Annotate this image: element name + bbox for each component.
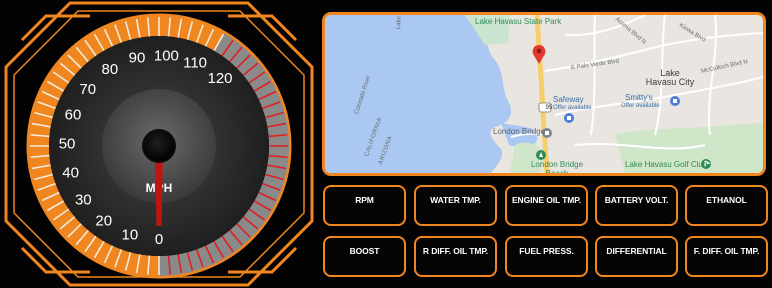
rpm-button[interactable]: RPM [323,185,406,226]
ethanol-button[interactable]: ETHANOL [685,185,768,226]
front-diff-oil-temp-button[interactable]: F. DIFF. OIL TMP. [685,236,768,277]
engine-oil-temp-button[interactable]: ENGINE OIL TMP. [505,185,588,226]
gauge-scale-label: 0 [155,231,163,248]
gauge-hub [142,129,176,163]
gauge-scale-label: 50 [59,135,76,152]
map-label-state-park: Lake Havasu State Park [475,17,562,26]
map-label-safeway: Safeway [553,95,584,104]
water-temp-button[interactable]: WATER TMP. [414,185,497,226]
gauge-scale-label: 30 [75,191,92,208]
map-label-golf-club: Lake Havasu Golf Club [625,160,708,169]
gauge-scale-label: 80 [101,61,118,78]
rear-diff-oil-temp-button[interactable]: R DIFF. OIL TMP. [414,236,497,277]
map-view[interactable]: Lake Havasu State Park Lake Havasu Lake … [322,12,766,176]
speedometer-gauge: 0102030405060708090100110120 MPH [4,1,314,287]
map-label-lake-side: Lake Havasu [395,15,405,29]
smittys-pin-icon[interactable] [670,96,680,106]
map-label-route: 95 [545,105,553,111]
map-label-london-bridge: London Bridge [493,127,546,136]
safeway-pin-icon[interactable] [564,113,574,123]
battery-volt-button[interactable]: BATTERY VOLT. [595,185,678,226]
map-label-safeway-offer: Offer available [553,105,592,111]
map-label-city: Lake Havasu City [645,68,695,87]
map-label-smittys-offer: Offer available [621,103,660,109]
gauge-scale-label: 90 [129,50,146,67]
beach-pin-icon[interactable] [536,150,546,160]
gauge-scale-label: 120 [207,70,232,87]
map-label-london-bridge-beach: London Bridge Beach [530,160,584,176]
map-label-smittys: Smitty's [625,93,653,102]
gauge-scale-label: 10 [122,226,139,243]
gauge-scale-label: 20 [95,213,112,230]
gauge-scale-label: 60 [65,106,82,123]
fuel-press-button[interactable]: FUEL PRESS. [505,236,588,277]
gauge-scale-label: 70 [79,81,96,98]
boost-button[interactable]: BOOST [323,236,406,277]
gauge-scale-label: 40 [62,165,79,182]
gauge-scale-label: 100 [154,47,179,64]
differential-button[interactable]: DIFFERENTIAL [595,236,678,277]
gauge-scale-label: 110 [183,54,207,71]
